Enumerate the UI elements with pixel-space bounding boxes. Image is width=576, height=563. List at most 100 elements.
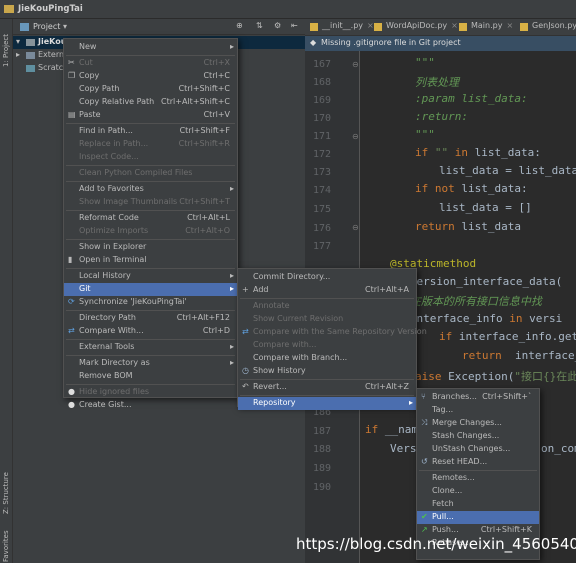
tab-init[interactable]: __init__.py ×	[308, 21, 374, 35]
menu-item-inspect-code[interactable]: Inspect Code...	[64, 151, 237, 164]
menu-item-label: Reformat Code	[79, 213, 139, 222]
tab-main[interactable]: Main.py ×	[457, 21, 513, 35]
menu-item-label: Annotate	[253, 301, 290, 310]
menu-item-annotate[interactable]: Annotate	[238, 300, 416, 313]
menu-item-synchronize-jiekoupingtai[interactable]: ⟳ Synchronize 'JieKouPingTai'	[64, 296, 237, 309]
scissors-icon: ✂	[68, 58, 75, 67]
menu-item-label: Compare with...	[253, 340, 317, 349]
menu-separator	[66, 210, 235, 211]
line-number: 189	[312, 463, 331, 474]
menu-item-label: Paste	[79, 110, 101, 119]
menu-item-clean-python-compiled-files[interactable]: Clean Python Compiled Files	[64, 167, 237, 180]
menu-item-copy[interactable]: ❐ Copy Ctrl+C	[64, 70, 237, 83]
locate-icon[interactable]: ⊕	[236, 21, 243, 30]
push-icon: ↗	[421, 525, 428, 534]
menu-item-git[interactable]: Git ▸	[64, 283, 237, 296]
menu-item-shortcut: Ctrl+Shift+T	[179, 197, 230, 206]
menu-item-remove-bom[interactable]: Remove BOM	[64, 370, 237, 383]
tab-genjson[interactable]: GenJson.py	[518, 21, 576, 35]
github-icon: ●	[68, 387, 75, 396]
menu-item-show-image-thumbnails[interactable]: Show Image Thumbnails Ctrl+Shift+T	[64, 196, 237, 209]
hide-icon[interactable]: ⇤	[291, 21, 298, 30]
menu-item-open-in-terminal[interactable]: ▮ Open in Terminal	[64, 254, 237, 267]
menu-item-find-in-path[interactable]: Find in Path... Ctrl+Shift+F	[64, 125, 237, 138]
menu-item-compare-with[interactable]: ⇄ Compare With... Ctrl+D	[64, 325, 237, 338]
menu-item-shortcut: Ctrl+Alt+L	[187, 213, 230, 222]
menu-item-reformat-code[interactable]: Reformat Code Ctrl+Alt+L	[64, 212, 237, 225]
gitignore-notification[interactable]: ◆ Missing .gitignore file in Git project	[305, 36, 576, 51]
structure-tool-button[interactable]: Z: Structure	[2, 472, 10, 514]
chevron-down-icon[interactable]: ▾	[63, 22, 67, 31]
notification-text: Missing .gitignore file in Git project	[321, 38, 461, 47]
code-line: if not list_data:	[415, 182, 528, 195]
menu-item-repository[interactable]: Repository ▸	[238, 397, 416, 410]
menu-item-replace-in-path[interactable]: Replace in Path... Ctrl+Shift+R	[64, 138, 237, 151]
expand-arrow-icon[interactable]: ▸	[16, 50, 20, 59]
project-view-selector[interactable]: Project	[33, 22, 60, 31]
menu-item-commit-directory[interactable]: Commit Directory...	[238, 271, 416, 284]
menu-item-cut[interactable]: ✂ Cut Ctrl+X	[64, 57, 237, 70]
menu-item-directory-path[interactable]: Directory Path Ctrl+Alt+F12	[64, 312, 237, 325]
project-tool-button[interactable]: 1: Project	[2, 34, 10, 67]
menu-item-revert[interactable]: ↶ Revert... Ctrl+Alt+Z	[238, 381, 416, 394]
menu-item-show-history[interactable]: ◷ Show History	[238, 365, 416, 378]
menu-item-external-tools[interactable]: External Tools ▸	[64, 341, 237, 354]
menu-item-new[interactable]: New ▸	[64, 41, 237, 54]
tab-wordapidoc[interactable]: WordApiDoc.py ×	[372, 21, 458, 35]
fold-marker-icon[interactable]: ⊖	[352, 60, 359, 69]
menu-item-paste[interactable]: ▤ Paste Ctrl+V	[64, 109, 237, 122]
menu-item-pull[interactable]: ✔ Pull...	[417, 511, 539, 524]
fold-marker-icon[interactable]: ⊖	[352, 132, 359, 141]
menu-item-label: Copy Path	[79, 84, 120, 93]
terminal-icon: ▮	[68, 255, 73, 264]
menu-item-branches[interactable]: ⑂ Branches... Ctrl+Shift+`	[417, 391, 539, 404]
menu-item-label: Copy	[79, 71, 100, 80]
menu-item-label: External Tools	[79, 342, 135, 351]
menu-item-local-history[interactable]: Local History ▸	[64, 270, 237, 283]
menu-item-hide-ignored-files[interactable]: ● Hide ignored files	[64, 386, 237, 399]
folder-icon	[26, 39, 35, 46]
expand-arrow-icon[interactable]: ▾	[16, 37, 20, 46]
paste-icon: ▤	[68, 110, 76, 119]
line-number: 170	[312, 113, 331, 124]
menu-item-create-gist[interactable]: ● Create Gist...	[64, 399, 237, 412]
line-number: 169	[312, 95, 331, 106]
submenu-arrow-icon: ▸	[229, 284, 234, 293]
menu-item-compare-with-the-same-repository-version[interactable]: ⇄ Compare with the Same Repository Versio…	[238, 326, 427, 339]
menu-item-shortcut: Ctrl+Alt+A	[365, 285, 409, 294]
menu-separator	[66, 384, 235, 385]
menu-item-tag[interactable]: Tag...	[417, 404, 539, 417]
favorites-tool-button[interactable]: Favorites	[2, 530, 10, 562]
menu-item-show-in-explorer[interactable]: Show in Explorer	[64, 241, 237, 254]
menu-separator	[66, 310, 235, 311]
menu-item-copy-path[interactable]: Copy Path Ctrl+Shift+C	[64, 83, 237, 96]
menu-item-compare-with-branch[interactable]: Compare with Branch...	[238, 352, 416, 365]
gear-icon[interactable]: ⚙	[274, 21, 281, 30]
menu-item-clone[interactable]: Clone...	[417, 485, 539, 498]
menu-item-show-current-revision[interactable]: Show Current Revision	[238, 313, 416, 326]
menu-separator	[66, 239, 235, 240]
close-icon[interactable]: ×	[506, 21, 513, 30]
code-line: """	[415, 128, 435, 141]
menu-item-merge-changes[interactable]: ⤨ Merge Changes...	[417, 417, 539, 430]
menu-item-compare-with[interactable]: Compare with...	[238, 339, 416, 352]
menu-item-add[interactable]: + Add Ctrl+Alt+A	[238, 284, 416, 297]
collapse-icon[interactable]: ⇅	[256, 21, 263, 30]
menu-item-fetch[interactable]: Fetch	[417, 498, 539, 511]
menu-item-label: New	[79, 42, 97, 51]
code-line: :param list_data:	[415, 92, 528, 105]
menu-item-mark-directory-as[interactable]: Mark Directory as ▸	[64, 357, 237, 370]
menu-item-copy-relative-path[interactable]: Copy Relative Path Ctrl+Alt+Shift+C	[64, 96, 237, 109]
line-number: 173	[312, 167, 331, 178]
menu-item-add-to-favorites[interactable]: Add to Favorites ▸	[64, 183, 237, 196]
menu-item-optimize-imports[interactable]: Optimize Imports Ctrl+Alt+O	[64, 225, 237, 238]
menu-item-label: Open in Terminal	[79, 255, 147, 264]
menu-item-remotes[interactable]: Remotes...	[417, 472, 539, 485]
menu-item-shortcut: Ctrl+Shift+F	[179, 126, 230, 135]
menu-item-stash-changes[interactable]: Stash Changes...	[417, 430, 539, 443]
menu-item-unstash-changes[interactable]: UnStash Changes...	[417, 443, 539, 456]
menu-item-label: Compare with Branch...	[253, 353, 348, 362]
menu-item-label: Optimize Imports	[79, 226, 149, 235]
fold-marker-icon[interactable]: ⊖	[352, 223, 359, 232]
menu-item-reset-head[interactable]: ↺ Reset HEAD...	[417, 456, 539, 469]
